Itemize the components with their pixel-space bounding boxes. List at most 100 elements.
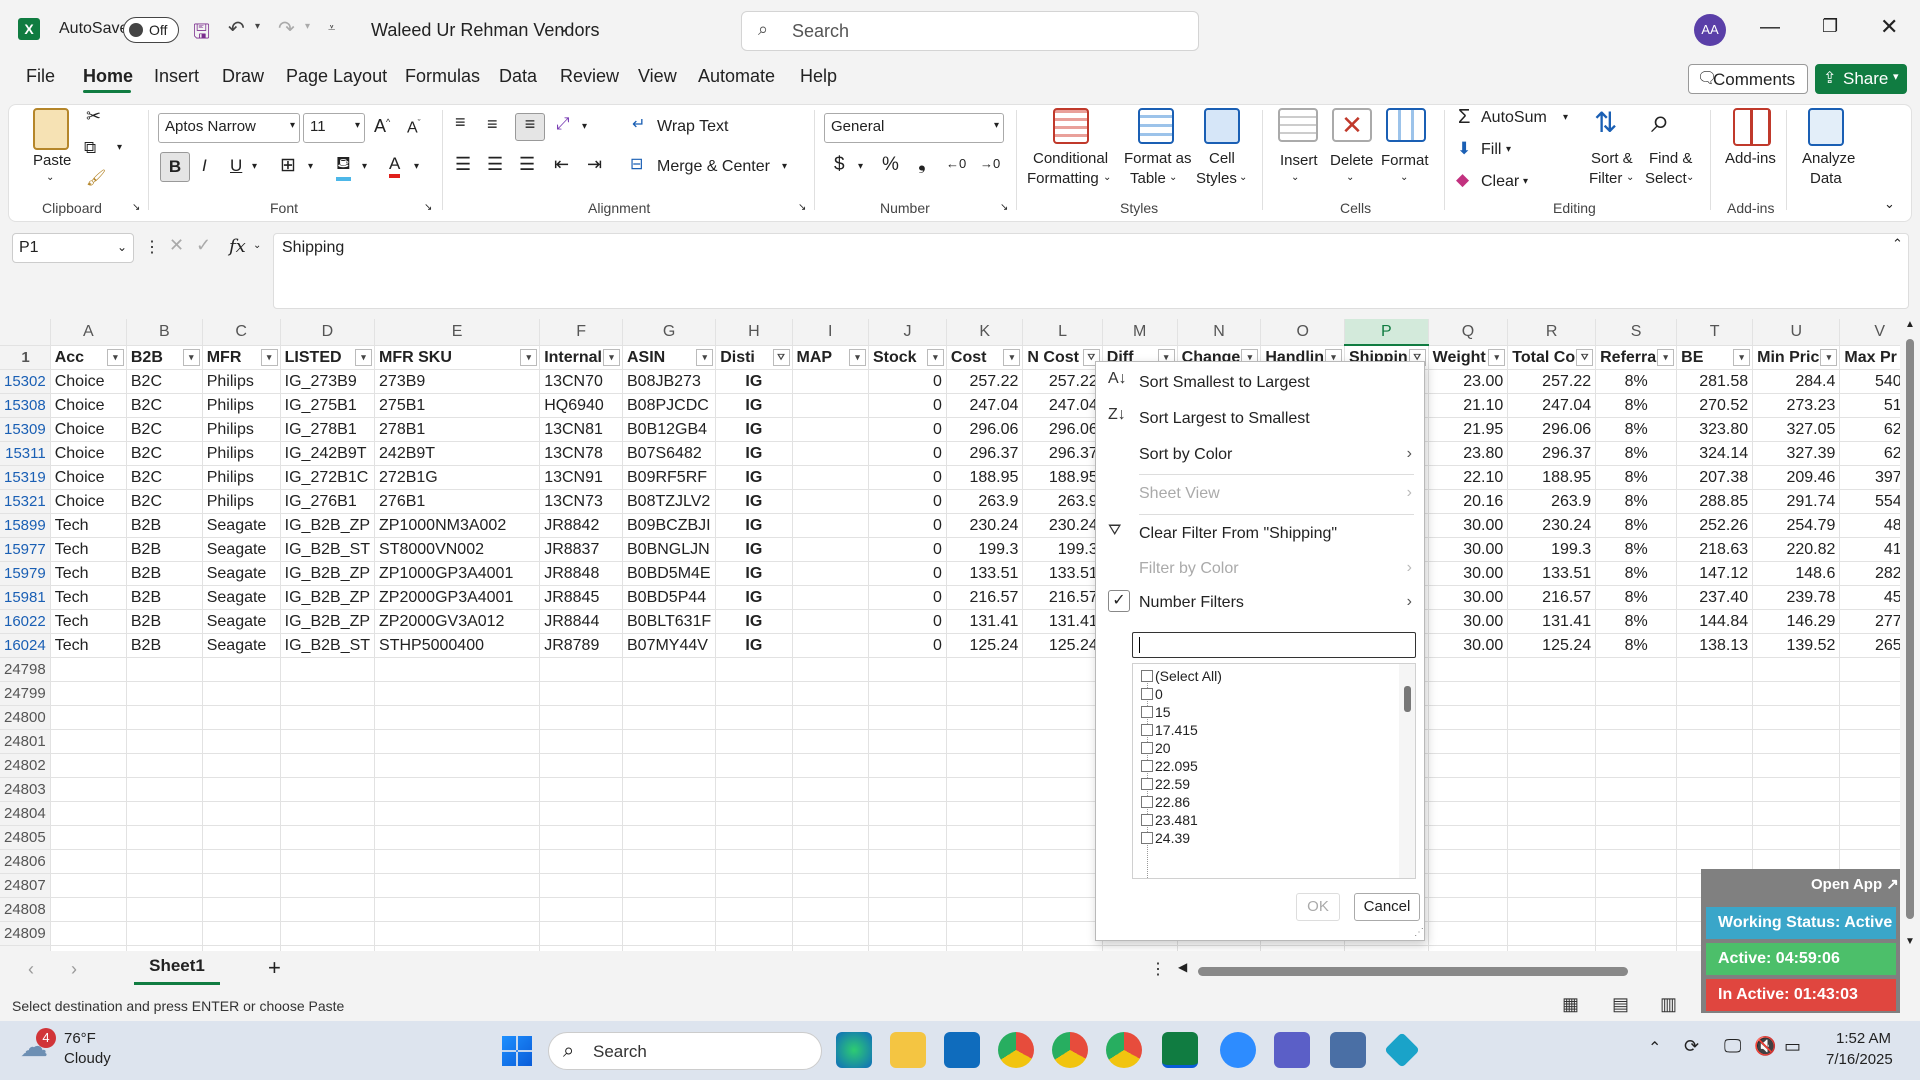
currency-dropdown-icon[interactable]: ▾ <box>858 161 863 172</box>
table-cell[interactable] <box>280 849 376 874</box>
align-center-icon[interactable]: ☰ <box>487 154 503 175</box>
table-cell[interactable] <box>202 681 281 706</box>
table-cell[interactable]: 138.13 <box>1676 633 1754 658</box>
row-header[interactable]: 24798 <box>0 657 51 682</box>
table-cell[interactable]: Tech <box>50 513 127 538</box>
table-cell[interactable] <box>202 777 281 802</box>
table-cell[interactable]: 239.78 <box>1752 585 1841 610</box>
clock-date[interactable]: 7/16/2025 <box>1826 1051 1893 1068</box>
table-cell[interactable]: IG_278B1 <box>280 417 376 442</box>
checkbox-icon[interactable] <box>1141 814 1153 826</box>
title-chevron-icon[interactable]: ⌄ <box>558 19 570 36</box>
underline-dropdown-icon[interactable]: ▾ <box>252 161 257 172</box>
normal-view-icon[interactable]: ▦ <box>1562 994 1579 1015</box>
table-cell[interactable] <box>946 921 1024 946</box>
table-cell[interactable]: B0BD5P44 <box>622 585 717 610</box>
table-cell[interactable]: IG_242B9T <box>280 441 376 466</box>
table-cell[interactable] <box>539 705 623 730</box>
table-cell[interactable]: IG_272B1C <box>280 465 376 490</box>
table-cell[interactable] <box>622 921 717 946</box>
table-cell[interactable]: 296.06 <box>1022 417 1103 442</box>
table-cell[interactable]: IG <box>715 513 793 538</box>
filter-value-item[interactable]: 22.59 <box>1141 776 1190 792</box>
column-header[interactable]: E <box>374 319 541 346</box>
table-cell[interactable] <box>1507 753 1597 778</box>
table-cell[interactable]: 263.9 <box>946 489 1024 514</box>
table-cell[interactable]: IG_276B1 <box>280 489 376 514</box>
table-cell[interactable]: 327.05 <box>1752 417 1841 442</box>
tab-automate[interactable]: Automate <box>698 66 775 87</box>
table-cell[interactable]: 0 <box>868 489 947 514</box>
table-cell[interactable]: Philips <box>202 393 281 418</box>
table-cell[interactable]: 20.16 <box>1428 489 1509 514</box>
table-cell[interactable]: 272B1G <box>374 465 541 490</box>
table-cell[interactable]: 0 <box>868 633 947 658</box>
table-cell[interactable]: ZP1000GP3A4001 <box>374 561 541 586</box>
table-cell[interactable]: 0 <box>868 369 947 394</box>
tab-help[interactable]: Help <box>800 66 837 87</box>
table-cell[interactable]: 30.00 <box>1428 633 1509 658</box>
format-cells-icon[interactable] <box>1386 108 1426 142</box>
table-cell[interactable]: 296.37 <box>1022 441 1103 466</box>
table-cell[interactable] <box>1595 705 1678 730</box>
table-cell[interactable] <box>280 825 376 850</box>
table-cell[interactable] <box>868 657 947 682</box>
table-cell[interactable]: IG_B2B_ZP <box>280 513 376 538</box>
name-box[interactable]: P1 ⌄ <box>12 233 134 263</box>
table-cell[interactable]: 148.6 <box>1752 561 1841 586</box>
table-cell[interactable]: 13CN81 <box>539 417 623 442</box>
clock-time[interactable]: 1:52 AM <box>1836 1030 1891 1047</box>
table-cell[interactable] <box>868 825 947 850</box>
table-cell[interactable] <box>868 729 947 754</box>
table-cell[interactable] <box>50 801 127 826</box>
table-cell[interactable] <box>946 825 1024 850</box>
table-cell[interactable] <box>1595 729 1678 754</box>
table-cell[interactable] <box>715 921 793 946</box>
table-cell[interactable] <box>1676 705 1754 730</box>
tab-view[interactable]: View <box>638 66 677 87</box>
table-cell[interactable] <box>946 657 1024 682</box>
table-cell[interactable] <box>868 849 947 874</box>
table-cell[interactable]: 8% <box>1595 537 1678 562</box>
table-cell[interactable]: 291.74 <box>1752 489 1841 514</box>
table-cell[interactable]: IG <box>715 537 793 562</box>
chrome-icon[interactable] <box>998 1032 1034 1068</box>
wrap-text-icon[interactable]: ↵ <box>632 114 645 134</box>
table-cell[interactable] <box>280 729 376 754</box>
table-cell[interactable]: 323.80 <box>1676 417 1754 442</box>
header-cell[interactable]: Internal ▾ <box>539 345 623 370</box>
worksheet-grid[interactable]: A B C D E F G H I J K L M N O P Q R S T U V 1 Acc ▾ B2B ▾ MFR ▾ LISTE… <box>0 319 1920 951</box>
autosum-dropdown-icon[interactable]: ▾ <box>1563 112 1568 123</box>
table-cell[interactable] <box>946 729 1024 754</box>
table-cell[interactable] <box>374 801 541 826</box>
table-cell[interactable] <box>868 921 947 946</box>
scroll-left-icon[interactable]: ◀ <box>1178 960 1187 974</box>
table-cell[interactable]: Philips <box>202 465 281 490</box>
table-cell[interactable] <box>1428 825 1509 850</box>
row-header[interactable]: 24800 <box>0 705 51 730</box>
column-header[interactable]: C <box>202 319 281 346</box>
table-cell[interactable]: Choice <box>50 465 127 490</box>
column-header[interactable]: L <box>1022 319 1103 346</box>
table-cell[interactable] <box>1022 801 1103 826</box>
row-header[interactable]: 24799 <box>0 681 51 706</box>
table-cell[interactable] <box>280 801 376 826</box>
table-cell[interactable] <box>202 873 281 898</box>
checkbox-icon[interactable] <box>1141 760 1153 772</box>
increase-font-icon[interactable]: A^ <box>374 116 390 137</box>
cell-styles-button[interactable]: Cell <box>1209 150 1235 167</box>
table-cell[interactable] <box>622 657 717 682</box>
find-select-button[interactable]: Find & <box>1649 150 1692 167</box>
table-cell[interactable]: 216.57 <box>946 585 1024 610</box>
format-as-table-button[interactable]: Format as <box>1124 150 1192 167</box>
insert-cells-icon[interactable] <box>1278 108 1318 142</box>
table-cell[interactable]: Tech <box>50 585 127 610</box>
row-header[interactable]: 24803 <box>0 777 51 802</box>
table-cell[interactable]: Philips <box>202 441 281 466</box>
table-cell[interactable]: 0 <box>868 513 947 538</box>
table-cell[interactable]: IG_B2B_ST <box>280 633 376 658</box>
table-cell[interactable] <box>792 513 870 538</box>
row-header[interactable]: 24807 <box>0 873 51 898</box>
table-cell[interactable] <box>1428 921 1509 946</box>
table-cell[interactable] <box>622 897 717 922</box>
